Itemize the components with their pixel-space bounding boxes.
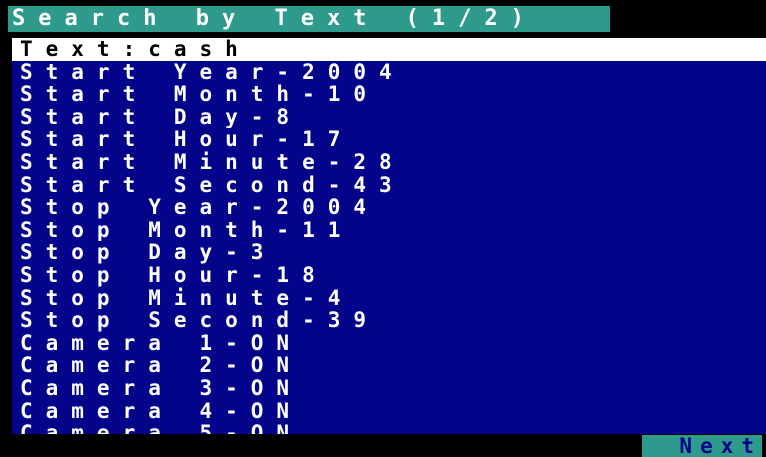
start-year-item[interactable]: Start Year-2004 (12, 61, 766, 84)
start-second-item[interactable]: Start Second-43 (12, 174, 766, 197)
camera-5-item[interactable]: Camera 5-ON (12, 422, 766, 434)
stop-year-item[interactable]: Stop Year-2004 (12, 196, 766, 219)
osd-screen: Search by Text (1/2) Text:cash Start Yea… (0, 0, 766, 457)
text-field-item[interactable]: Text:cash (12, 38, 766, 61)
camera-3-item[interactable]: Camera 3-ON (12, 377, 766, 400)
menu-title: Search by Text (1/2) (8, 6, 610, 32)
search-options-list: Text:cash Start Year-2004 Start Month-10… (12, 38, 766, 434)
next-button[interactable]: Next (642, 435, 762, 457)
camera-1-item[interactable]: Camera 1-ON (12, 332, 766, 355)
camera-4-item[interactable]: Camera 4-ON (12, 400, 766, 423)
start-day-item[interactable]: Start Day-8 (12, 106, 766, 129)
stop-month-item[interactable]: Stop Month-11 (12, 219, 766, 242)
stop-hour-item[interactable]: Stop Hour-18 (12, 264, 766, 287)
stop-minute-item[interactable]: Stop Minute-4 (12, 287, 766, 310)
start-minute-item[interactable]: Start Minute-28 (12, 151, 766, 174)
start-month-item[interactable]: Start Month-10 (12, 83, 766, 106)
camera-2-item[interactable]: Camera 2-ON (12, 354, 766, 377)
stop-second-item[interactable]: Stop Second-39 (12, 309, 766, 332)
stop-day-item[interactable]: Stop Day-3 (12, 241, 766, 264)
start-hour-item[interactable]: Start Hour-17 (12, 128, 766, 151)
bottom-bar: Next (0, 434, 766, 457)
